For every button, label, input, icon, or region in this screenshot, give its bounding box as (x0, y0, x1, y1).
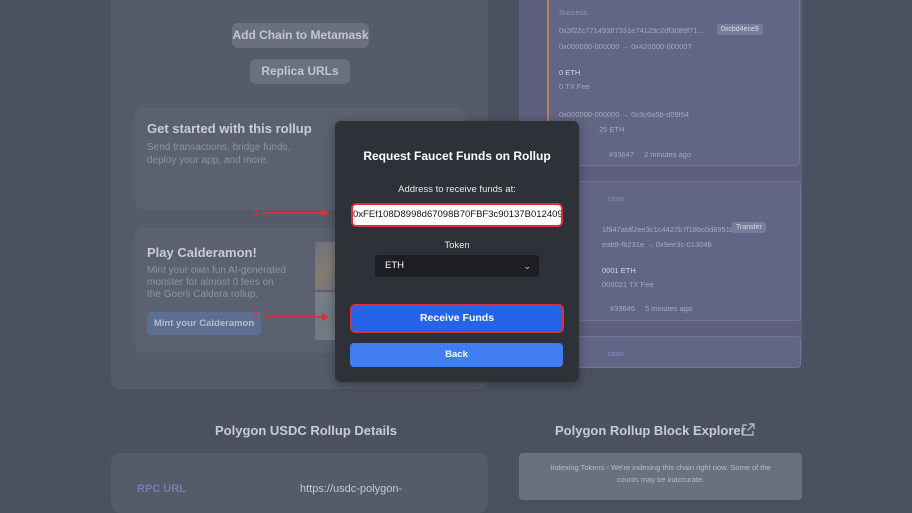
tx1-fee: 0 TX Fee (559, 82, 590, 91)
step-1-arrow-line (263, 212, 323, 214)
tx1-status: Success (559, 8, 588, 17)
add-chain-button[interactable]: Add Chain to Metamask (232, 23, 369, 48)
tx2-amount: 0001 ETH (602, 266, 636, 275)
rollup-details-title: Polygon USDC Rollup Details (215, 423, 398, 438)
receive-funds-button[interactable]: Receive Funds (350, 304, 564, 333)
replica-urls-button[interactable]: Replica URLs (250, 59, 350, 84)
tx1-route: 0x000000-000000 → 0x420000-000007 (559, 42, 692, 51)
tx-card-3: ction (549, 336, 801, 368)
step-2-arrow-line (263, 316, 323, 318)
step-1-arrow-head (322, 209, 329, 217)
address-label: Address to receive funds at: (398, 184, 516, 195)
token-select[interactable]: ETH ⌄ (375, 255, 539, 277)
get-started-text: Send transactions, bridge funds, deploy … (147, 142, 291, 166)
block-explorer-title: Polygon Rollup Block Explorer (555, 423, 746, 438)
mint-button[interactable]: Mint your Calderamon (147, 312, 261, 335)
tx1-amount2: 25 ETH (599, 125, 625, 134)
indexing-notice: Indexing Tokens - We're indexing this ch… (519, 453, 802, 500)
modal-title: Request Faucet Funds on Rollup (363, 149, 551, 163)
tx2-type: ction (608, 194, 624, 203)
rpc-value[interactable]: https://usdc-polygon- (300, 483, 402, 495)
step-2-number: 2 (253, 311, 259, 322)
play-text: Mint your own fun AI-generated monster f… (147, 265, 286, 300)
step-2-arrow-head (322, 313, 329, 321)
faucet-modal: Request Faucet Funds on Rollup Address t… (335, 121, 579, 382)
rpc-label: RPC URL (137, 483, 186, 495)
get-started-title: Get started with this rollup (147, 121, 312, 136)
tx1-amount: 0 ETH (559, 68, 581, 77)
tx-card-1: Success 0x3f22c77149387331e74129c2df3089… (549, 0, 800, 166)
tx1-block[interactable]: #33647 (609, 150, 634, 159)
chevron-down-icon: ⌄ (523, 261, 531, 271)
indexing-notice-text: Indexing Tokens - We're indexing this ch… (550, 463, 771, 484)
tx2-time: 5 minutes ago (645, 304, 693, 313)
tx1-hash[interactable]: 0x3f22c77149387331e74129c2df3089f71... (559, 26, 704, 35)
tx-card-2: ction 1f947abff2ee3c1c4427b7f18bc0d89518… (549, 181, 801, 321)
token-label: Token (444, 240, 470, 251)
back-button[interactable]: Back (350, 343, 563, 367)
tx1-time: 2 minutes ago (644, 150, 692, 159)
address-input[interactable]: 0xFEf108D8998d67098B70FBF3c90137B012409 (351, 203, 563, 227)
tx2-transfer-tag: Transfer (732, 222, 766, 233)
token-select-value: ETH (385, 260, 404, 271)
external-link-icon[interactable] (741, 423, 755, 437)
tx2-block[interactable]: #33646 (610, 304, 635, 313)
tx1-route2: 0x000000-000000 → 0x3c6a5b-d09f64 (559, 110, 690, 119)
tx2-hash[interactable]: 1f947abff2ee3c1c4427b7f18bc0d89518... (602, 225, 740, 234)
tx2-fee: 000021 TX Fee (602, 280, 654, 289)
play-title: Play Calderamon! (147, 245, 257, 260)
step-1-number: 1 (253, 207, 259, 218)
tx3-type: ction (608, 349, 624, 358)
tx2-route: eab9-fb231e → 0x9ee3c-01304b (602, 240, 712, 249)
rpc-panel: RPC URL https://usdc-polygon- (111, 453, 488, 513)
tx1-method-tag: 0xcbd4ece9 (717, 24, 763, 35)
